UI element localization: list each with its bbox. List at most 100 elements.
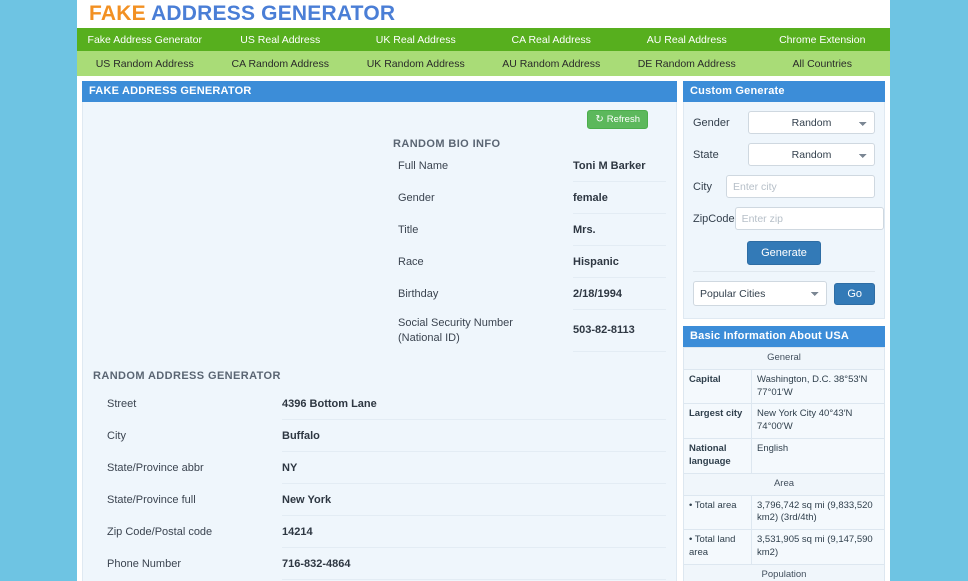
bio-label-birthday: Birthday — [398, 288, 439, 300]
primary-navigation: Fake Address Generator US Real Address U… — [77, 28, 890, 51]
facts-group-area: Area — [683, 472, 885, 496]
form-row-city: City — [693, 175, 875, 198]
address-value-zip: 14214 — [282, 516, 666, 548]
bio-label-ssn-line2: (National ID) — [398, 331, 460, 344]
form-row-gender: Gender Random — [693, 111, 875, 134]
bio-label-ssn-line1: Social Security Number — [398, 317, 513, 329]
nav-item-uk-random-address[interactable]: UK Random Address — [348, 51, 484, 76]
site-logo[interactable]: FAKE ADDRESS GENERATOR — [89, 2, 395, 26]
address-label-street: Street — [107, 397, 137, 410]
bio-row-ssn: Social Security Number (National ID) 503… — [93, 310, 666, 352]
bio-value-full-name: Toni M Barker — [573, 150, 666, 182]
city-input[interactable] — [726, 175, 875, 198]
popular-cities-select[interactable]: Popular Cities — [693, 281, 828, 306]
logo-text-fake: FAKE — [89, 2, 146, 25]
address-row-state-full: State/Province full New York — [93, 484, 666, 516]
usa-info-header: Basic Information About USA — [683, 326, 885, 347]
facts-value-total-area: 3,796,742 sq mi (9,833,520 km2) (3rd/4th… — [751, 494, 885, 531]
nav-item-au-real-address[interactable]: AU Real Address — [619, 28, 755, 51]
form-row-zipcode: ZipCode — [693, 207, 884, 230]
nav-item-uk-real-address[interactable]: UK Real Address — [348, 28, 484, 51]
refresh-button[interactable]: ↻ Refresh — [587, 110, 648, 129]
label-zipcode: ZipCode — [693, 212, 735, 225]
form-row-state: State Random — [693, 143, 875, 166]
address-value-phone: 716-832-4864 — [282, 548, 666, 580]
go-button[interactable]: Go — [834, 282, 875, 305]
nav-item-all-countries[interactable]: All Countries — [755, 51, 891, 76]
facts-key-total-area: • Total area — [683, 494, 752, 531]
nav-item-us-random-address[interactable]: US Random Address — [77, 51, 213, 76]
address-label-zip: Zip Code/Postal code — [107, 525, 213, 538]
bio-row-title: Title Mrs. — [93, 214, 666, 246]
table-row: • Total land area 3,531,905 sq mi (9,147… — [683, 529, 885, 565]
page-root: FAKE ADDRESS GENERATOR Fake Address Gene… — [0, 0, 968, 581]
address-value-state-full: New York — [282, 484, 666, 516]
bio-value-birthday: 2/18/1994 — [573, 278, 666, 310]
label-city: City — [693, 180, 712, 193]
custom-generate-header: Custom Generate — [683, 81, 885, 102]
main-panel-header: FAKE ADDRESS GENERATOR — [82, 81, 677, 102]
table-row: National language English — [683, 438, 885, 474]
facts-group-label-population: Population — [683, 563, 885, 581]
table-row: Capital Washington, D.C. 38°53′N 77°01′W — [683, 368, 885, 405]
address-label-phone: Phone Number — [107, 557, 181, 570]
nav-item-us-real-address[interactable]: US Real Address — [213, 28, 349, 51]
facts-group-general: General — [683, 347, 885, 370]
site-container: FAKE ADDRESS GENERATOR Fake Address Gene… — [77, 0, 890, 581]
main-column: FAKE ADDRESS GENERATOR ↻ Refresh RANDOM … — [82, 81, 677, 581]
sidebar-column: Custom Generate Gender Random State Rand… — [683, 81, 885, 581]
nav-item-chrome-extension[interactable]: Chrome Extension — [755, 28, 891, 51]
logo-bar: FAKE ADDRESS GENERATOR — [77, 0, 890, 28]
facts-value-total-land-area: 3,531,905 sq mi (9,147,590 km2) — [751, 529, 885, 565]
secondary-navigation: US Random Address CA Random Address UK R… — [77, 51, 890, 76]
bio-row-gender: Gender female — [93, 182, 666, 214]
bio-value-ssn: 503-82-8113 — [573, 310, 666, 352]
usa-info-body: General Capital Washington, D.C. 38°53′N… — [683, 347, 885, 581]
address-row-street: Street 4396 Bottom Lane — [93, 388, 666, 420]
nav-item-ca-real-address[interactable]: CA Real Address — [484, 28, 620, 51]
facts-value-largest-city: New York City 40°43′N 74°00′W — [751, 403, 885, 440]
table-row: • Total area 3,796,742 sq mi (9,833,520 … — [683, 494, 885, 531]
popular-cities-row: Popular Cities Go — [693, 281, 875, 308]
bio-row-birthday: Birthday 2/18/1994 — [93, 278, 666, 310]
bio-value-race: Hispanic — [573, 246, 666, 278]
facts-key-total-land-area: • Total land area — [683, 529, 752, 565]
gender-select[interactable]: Random — [748, 111, 875, 134]
sidebar-divider — [693, 271, 875, 272]
bio-value-title: Mrs. — [573, 214, 666, 246]
nav-item-de-random-address[interactable]: DE Random Address — [619, 51, 755, 76]
facts-key-capital: Capital — [683, 368, 752, 405]
label-gender: Gender — [693, 116, 730, 129]
address-label-state-full: State/Province full — [107, 493, 196, 506]
nav-item-au-random-address[interactable]: AU Random Address — [484, 51, 620, 76]
usa-info-panel: Basic Information About USA General Capi… — [683, 326, 885, 581]
state-select[interactable]: Random — [748, 143, 875, 166]
address-label-city: City — [107, 429, 126, 442]
facts-key-largest-city: Largest city — [683, 403, 752, 440]
custom-generate-panel: Custom Generate Gender Random State Rand… — [683, 81, 885, 319]
facts-group-label-area: Area — [683, 472, 885, 496]
nav-item-fake-address-generator[interactable]: Fake Address Generator — [77, 28, 213, 51]
bio-label-ssn: Social Security Number (National ID) — [398, 310, 573, 352]
address-row-phone: Phone Number 716-832-4864 — [93, 548, 666, 580]
refresh-row: ↻ Refresh — [93, 110, 666, 129]
bio-info-table: Full Name Toni M Barker Gender female Ti… — [93, 150, 666, 352]
refresh-button-label: Refresh — [606, 114, 640, 125]
usa-facts-table: General Capital Washington, D.C. 38°53′N… — [683, 347, 885, 581]
content-area: FAKE ADDRESS GENERATOR ↻ Refresh RANDOM … — [77, 76, 890, 581]
nav-item-ca-random-address[interactable]: CA Random Address — [213, 51, 349, 76]
custom-generate-body: Gender Random State Random City Enter ci… — [683, 102, 885, 319]
table-row: Largest city New York City 40°43′N 74°00… — [683, 403, 885, 440]
zipcode-input[interactable] — [734, 207, 884, 230]
generate-row: Generate — [693, 241, 875, 265]
bio-label-title: Title — [398, 224, 419, 236]
refresh-icon: ↻ — [595, 113, 604, 125]
bio-row-race: Race Hispanic — [93, 246, 666, 278]
address-value-state-abbr: NY — [282, 452, 666, 484]
bio-label-full-name: Full Name — [398, 160, 449, 172]
bio-section-title: RANDOM BIO INFO — [393, 138, 501, 150]
generate-button[interactable]: Generate — [747, 241, 821, 265]
main-panel-body: ↻ Refresh RANDOM BIO INFO Full Name Toni… — [82, 102, 677, 581]
label-state: State — [693, 148, 719, 161]
address-row-zip: Zip Code/Postal code 14214 — [93, 516, 666, 548]
